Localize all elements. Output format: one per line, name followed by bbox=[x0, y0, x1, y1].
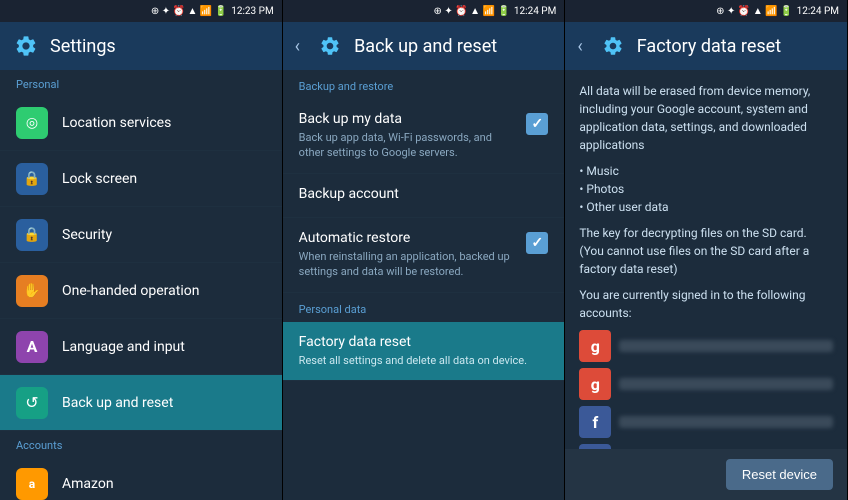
backup-label: Back up and reset bbox=[62, 395, 173, 411]
backup-title-gear-icon bbox=[316, 32, 344, 60]
reset-button-bar: Reset device bbox=[565, 449, 847, 500]
settings-panel: ⊕ ✦ ⏰ ▲ 📶 🔋 12:23 PM Settings Personal ◎… bbox=[0, 0, 283, 500]
factory-reset-content: Factory data reset Reset all settings an… bbox=[299, 334, 549, 368]
status-time-3: 12:24 PM bbox=[797, 6, 839, 17]
backup-title-bar: ‹ Back up and reset bbox=[283, 22, 565, 70]
sidebar-item-security[interactable]: 🔒 Security bbox=[0, 207, 282, 263]
section-label-accounts: Accounts bbox=[0, 431, 282, 456]
status-icons-3: ⊕ ✦ ⏰ ▲ 📶 🔋 bbox=[716, 6, 792, 17]
sidebar-item-location[interactable]: ◎ Location services bbox=[0, 95, 282, 151]
status-bar-1: ⊕ ✦ ⏰ ▲ 📶 🔋 12:23 PM bbox=[0, 0, 282, 22]
backup-data-title: Back up my data bbox=[299, 111, 517, 127]
backup-icon: ↺ bbox=[16, 387, 48, 419]
warning-text-2: • Music• Photos• Other user data bbox=[579, 162, 833, 216]
status-time-1: 12:23 PM bbox=[231, 6, 273, 17]
status-bar-2: ⊕ ✦ ⏰ ▲ 📶 🔋 12:24 PM bbox=[283, 0, 565, 22]
account-google-2: g bbox=[579, 368, 833, 400]
lockscreen-label: Lock screen bbox=[62, 171, 137, 187]
onehand-icon: ✋ bbox=[16, 275, 48, 307]
factory-reset-content-area: All data will be erased from device memo… bbox=[565, 70, 847, 449]
warning-text-3: The key for decrypting files on the SD c… bbox=[579, 224, 833, 278]
security-icon: 🔒 bbox=[16, 219, 48, 251]
backup-account-content: Backup account bbox=[299, 186, 549, 205]
factory-reset-title: Factory data reset bbox=[299, 334, 549, 350]
backup-account-item[interactable]: Backup account bbox=[283, 174, 565, 218]
backup-title: Back up and reset bbox=[354, 36, 497, 57]
factory-title-bar: ‹ Factory data reset bbox=[565, 22, 847, 70]
account-blur-1 bbox=[619, 340, 833, 352]
status-bar-3: ⊕ ✦ ⏰ ▲ 📶 🔋 12:24 PM bbox=[565, 0, 847, 22]
auto-restore-subtitle: When reinstalling an application, backed… bbox=[299, 249, 517, 280]
auto-restore-title: Automatic restore bbox=[299, 230, 517, 246]
auto-restore-checkbox[interactable] bbox=[526, 232, 548, 254]
auto-restore-item[interactable]: Automatic restore When reinstalling an a… bbox=[283, 218, 565, 293]
location-label: Location services bbox=[62, 115, 171, 131]
back-arrow-2[interactable]: ‹ bbox=[295, 36, 300, 57]
factory-reset-item[interactable]: Factory data reset Reset all settings an… bbox=[283, 322, 565, 381]
backup-data-checkbox[interactable] bbox=[526, 113, 548, 135]
backup-data-item[interactable]: Back up my data Back up app data, Wi-Fi … bbox=[283, 99, 565, 174]
language-icon: A bbox=[16, 331, 48, 363]
warning-text-1: All data will be erased from device memo… bbox=[579, 82, 833, 154]
status-icons-2: ⊕ ✦ ⏰ ▲ 📶 🔋 bbox=[434, 6, 510, 17]
factory-gear-icon bbox=[599, 32, 627, 60]
account-google-1: g bbox=[579, 330, 833, 362]
amazon-label: Amazon bbox=[62, 476, 114, 492]
sidebar-item-onehand[interactable]: ✋ One-handed operation bbox=[0, 263, 282, 319]
security-label: Security bbox=[62, 227, 112, 243]
amazon-icon: a bbox=[16, 468, 48, 500]
backup-panel: ⊕ ✦ ⏰ ▲ 📶 🔋 12:24 PM ‹ Back up and reset… bbox=[283, 0, 566, 500]
status-icons-1: ⊕ ✦ ⏰ ▲ 📶 🔋 bbox=[151, 6, 227, 17]
status-time-2: 12:24 PM bbox=[514, 6, 556, 17]
google-icon-2: g bbox=[579, 368, 611, 400]
sidebar-item-lockscreen[interactable]: 🔒 Lock screen bbox=[0, 151, 282, 207]
reset-device-button[interactable]: Reset device bbox=[726, 459, 833, 490]
sidebar-item-backup[interactable]: ↺ Back up and reset bbox=[0, 375, 282, 431]
account-blur-3 bbox=[619, 416, 833, 428]
settings-title: Settings bbox=[50, 36, 116, 57]
location-icon: ◎ bbox=[16, 107, 48, 139]
back-arrow-3[interactable]: ‹ bbox=[577, 36, 582, 57]
sidebar-item-language[interactable]: A Language and input bbox=[0, 319, 282, 375]
onehand-label: One-handed operation bbox=[62, 283, 199, 299]
section-label-personal: Personal bbox=[0, 70, 282, 95]
factory-reset-panel: ⊕ ✦ ⏰ ▲ 📶 🔋 12:24 PM ‹ Factory data rese… bbox=[565, 0, 848, 500]
factory-reset-subtitle: Reset all settings and delete all data o… bbox=[299, 353, 549, 368]
backup-data-subtitle: Back up app data, Wi-Fi passwords, and o… bbox=[299, 130, 517, 161]
backup-account-title: Backup account bbox=[299, 186, 549, 202]
account-facebook-1: f bbox=[579, 406, 833, 438]
facebook-icon-1: f bbox=[579, 406, 611, 438]
settings-gear-icon bbox=[12, 32, 40, 60]
google-icon-1: g bbox=[579, 330, 611, 362]
personal-data-label: Personal data bbox=[283, 293, 565, 322]
backup-restore-label: Backup and restore bbox=[283, 70, 565, 99]
settings-title-bar: Settings bbox=[0, 22, 282, 70]
lockscreen-icon: 🔒 bbox=[16, 163, 48, 195]
factory-title: Factory data reset bbox=[637, 36, 781, 57]
language-label: Language and input bbox=[62, 339, 185, 355]
backup-data-content: Back up my data Back up app data, Wi-Fi … bbox=[299, 111, 517, 161]
auto-restore-content: Automatic restore When reinstalling an a… bbox=[299, 230, 517, 280]
sidebar-item-amazon[interactable]: a Amazon bbox=[0, 456, 282, 500]
accounts-label: You are currently signed in to the follo… bbox=[579, 286, 833, 322]
account-blur-2 bbox=[619, 378, 833, 390]
